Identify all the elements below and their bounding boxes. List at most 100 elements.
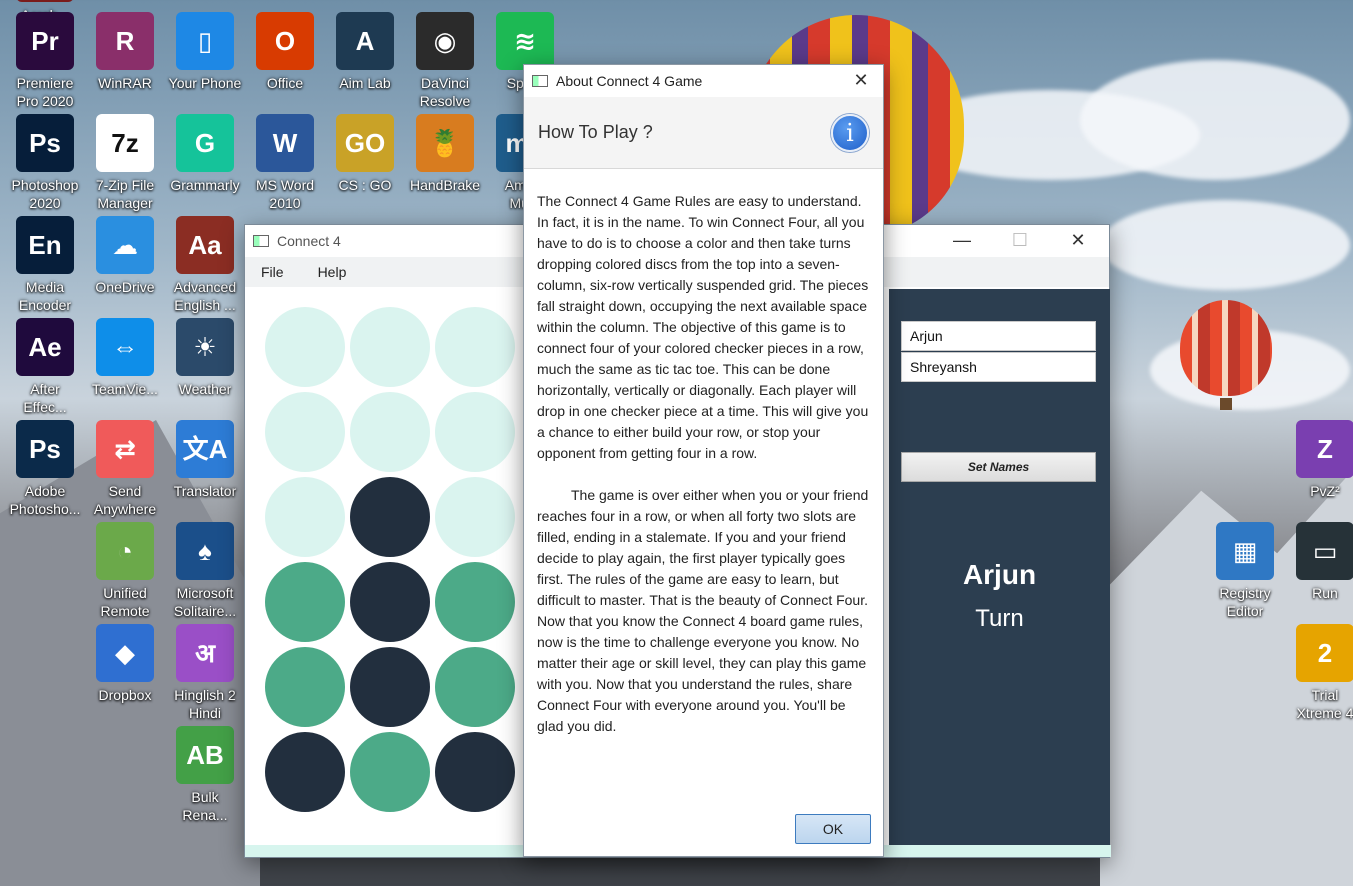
desktop-icon-label: Premiere Pro 2020 — [16, 75, 74, 109]
about-header-text: How To Play ? — [538, 122, 653, 142]
desktop-icon[interactable]: GO CS : GO — [322, 114, 408, 194]
board-cell[interactable] — [265, 392, 345, 472]
turn-label: Turn — [975, 605, 1024, 632]
player-one-name-input[interactable]: Arjun — [901, 321, 1096, 351]
about-title: About Connect 4 Game — [556, 73, 703, 89]
desktop-icon-label: DaVinci Resolve — [419, 75, 471, 109]
desktop-icon-label: Weather — [178, 381, 232, 397]
board-cell[interactable] — [435, 647, 515, 727]
ok-button[interactable]: OK — [795, 814, 871, 844]
desktop-icon-label: Trial Xtreme 4 — [1296, 687, 1353, 721]
maximize-button[interactable]: ☐ — [997, 225, 1043, 255]
app-icon: Z — [1296, 420, 1353, 478]
desktop-icon[interactable]: O Office — [242, 12, 328, 92]
about-header: How To Play ? i — [524, 97, 883, 169]
set-names-button[interactable]: Set Names — [901, 452, 1096, 482]
menu-file[interactable]: File — [255, 262, 290, 282]
board-cell[interactable] — [265, 647, 345, 727]
desktop-icon[interactable]: ▭ Run — [1282, 522, 1353, 602]
app-icon — [16, 0, 74, 2]
board-cell[interactable] — [435, 732, 515, 812]
desktop-icon[interactable]: अ Hinglish 2 Hindi — [162, 624, 248, 722]
board-cell[interactable] — [435, 307, 515, 387]
player-two-name-input[interactable]: Shreyansh — [901, 352, 1096, 382]
app-icon: A — [336, 12, 394, 70]
app-icon: 🍍 — [416, 114, 474, 172]
board-cell[interactable] — [265, 477, 345, 557]
minimize-icon: — — [953, 229, 971, 250]
desktop-icon[interactable]: ▯ Your Phone — [162, 12, 248, 92]
desktop-icon[interactable]: AB Bulk Rena... — [162, 726, 248, 824]
desktop-icon[interactable]: ⇔ TeamVie... — [82, 318, 168, 398]
close-button[interactable]: ✕ — [1055, 225, 1101, 255]
about-dialog: About Connect 4 Game ✕ How To Play ? i T… — [523, 64, 884, 857]
desktop-icon[interactable]: ◔ Unified Remote — [82, 522, 168, 620]
desktop-icon-label: Unified Remote — [100, 585, 150, 619]
board-cell[interactable] — [350, 562, 430, 642]
desktop-icon[interactable]: ☁ OneDrive — [82, 216, 168, 296]
connect4-title: Connect 4 — [277, 233, 341, 249]
desktop-icon-label: MS Word 2010 — [255, 177, 315, 211]
desktop-icon[interactable]: Aa Advanced English ... — [162, 216, 248, 314]
board-cell[interactable] — [350, 647, 430, 727]
board-cell[interactable] — [265, 307, 345, 387]
about-titlebar[interactable]: About Connect 4 Game — [524, 65, 883, 97]
app-icon: 7z — [96, 114, 154, 172]
desktop-icon[interactable]: ☀ Weather — [162, 318, 248, 398]
desktop-icon-label: WinRAR — [98, 75, 152, 91]
desktop-icon[interactable]: 🍍 HandBrake — [402, 114, 488, 194]
desktop-icon[interactable]: Z PvZ² — [1282, 420, 1353, 500]
app-icon: Pr — [16, 12, 74, 70]
board-cell[interactable] — [350, 307, 430, 387]
desktop-icon-label: Translator — [173, 483, 237, 499]
desktop-icon[interactable]: Ps Photoshop 2020 — [2, 114, 88, 212]
minimize-button[interactable]: — — [939, 225, 985, 255]
maximize-icon: ☐ — [1011, 229, 1029, 250]
desktop-icon-label: Office — [266, 75, 304, 91]
board-cell[interactable] — [265, 732, 345, 812]
desktop-icon[interactable]: Pr Premiere Pro 2020 — [2, 12, 88, 110]
desktop-icon[interactable]: 文A Translator — [162, 420, 248, 500]
desktop-icon-label: Microsoft Solitaire... — [173, 585, 237, 619]
desktop-icon[interactable]: Ae After Effec... — [2, 318, 88, 416]
desktop-icon[interactable]: R WinRAR — [82, 12, 168, 92]
desktop-icon-label: Send Anywhere — [93, 483, 157, 517]
menu-help[interactable]: Help — [312, 262, 353, 282]
app-icon: ◆ — [96, 624, 154, 682]
desktop-icon[interactable]: A Aim Lab — [322, 12, 408, 92]
desktop-icon[interactable]: ⇄ Send Anywhere — [82, 420, 168, 518]
app-icon: ◉ — [416, 12, 474, 70]
desktop-icon[interactable]: G Grammarly — [162, 114, 248, 194]
desktop-icon[interactable]: Ps Adobe Photosho... — [2, 420, 88, 518]
app-icon: O — [256, 12, 314, 70]
board-cell[interactable] — [350, 477, 430, 557]
desktop-icon[interactable]: W MS Word 2010 — [242, 114, 328, 212]
board-cell[interactable] — [350, 392, 430, 472]
board-cell[interactable] — [435, 392, 515, 472]
app-icon — [253, 235, 269, 247]
desktop-icon[interactable]: ◆ Dropbox — [82, 624, 168, 704]
desktop-icon[interactable]: ◉ DaVinci Resolve — [402, 12, 488, 110]
desktop-icon[interactable]: ♠ Microsoft Solitaire... — [162, 522, 248, 620]
desktop-icon-label: Bulk Rena... — [182, 789, 228, 823]
board-cell[interactable] — [350, 732, 430, 812]
desktop-icon[interactable]: ▦ Registry Editor — [1202, 522, 1288, 620]
app-icon: Ae — [16, 318, 74, 376]
app-icon: GO — [336, 114, 394, 172]
desktop-icon-label: CS : GO — [338, 177, 392, 193]
app-icon: R — [96, 12, 154, 70]
desktop-icon[interactable]: 7z 7-Zip File Manager — [82, 114, 168, 212]
about-body: The Connect 4 Game Rules are easy to und… — [524, 169, 883, 737]
about-close-button[interactable]: ✕ — [838, 65, 884, 95]
app-icon: अ — [176, 624, 234, 682]
desktop-icon-label: Aim Lab — [339, 75, 391, 91]
desktop-icon-label: Advanced English ... — [173, 279, 237, 313]
desktop-icon[interactable]: En Media Encoder — [2, 216, 88, 314]
board-cell[interactable] — [435, 562, 515, 642]
desktop-icon-label: PvZ² — [1310, 483, 1340, 499]
board-cell[interactable] — [265, 562, 345, 642]
board-cell[interactable] — [435, 477, 515, 557]
desktop-icon[interactable]: 2 Trial Xtreme 4 — [1282, 624, 1353, 722]
desktop-icon-label: Hinglish 2 Hindi — [174, 687, 236, 721]
desktop-icon-label: 7-Zip File Manager — [95, 177, 155, 211]
